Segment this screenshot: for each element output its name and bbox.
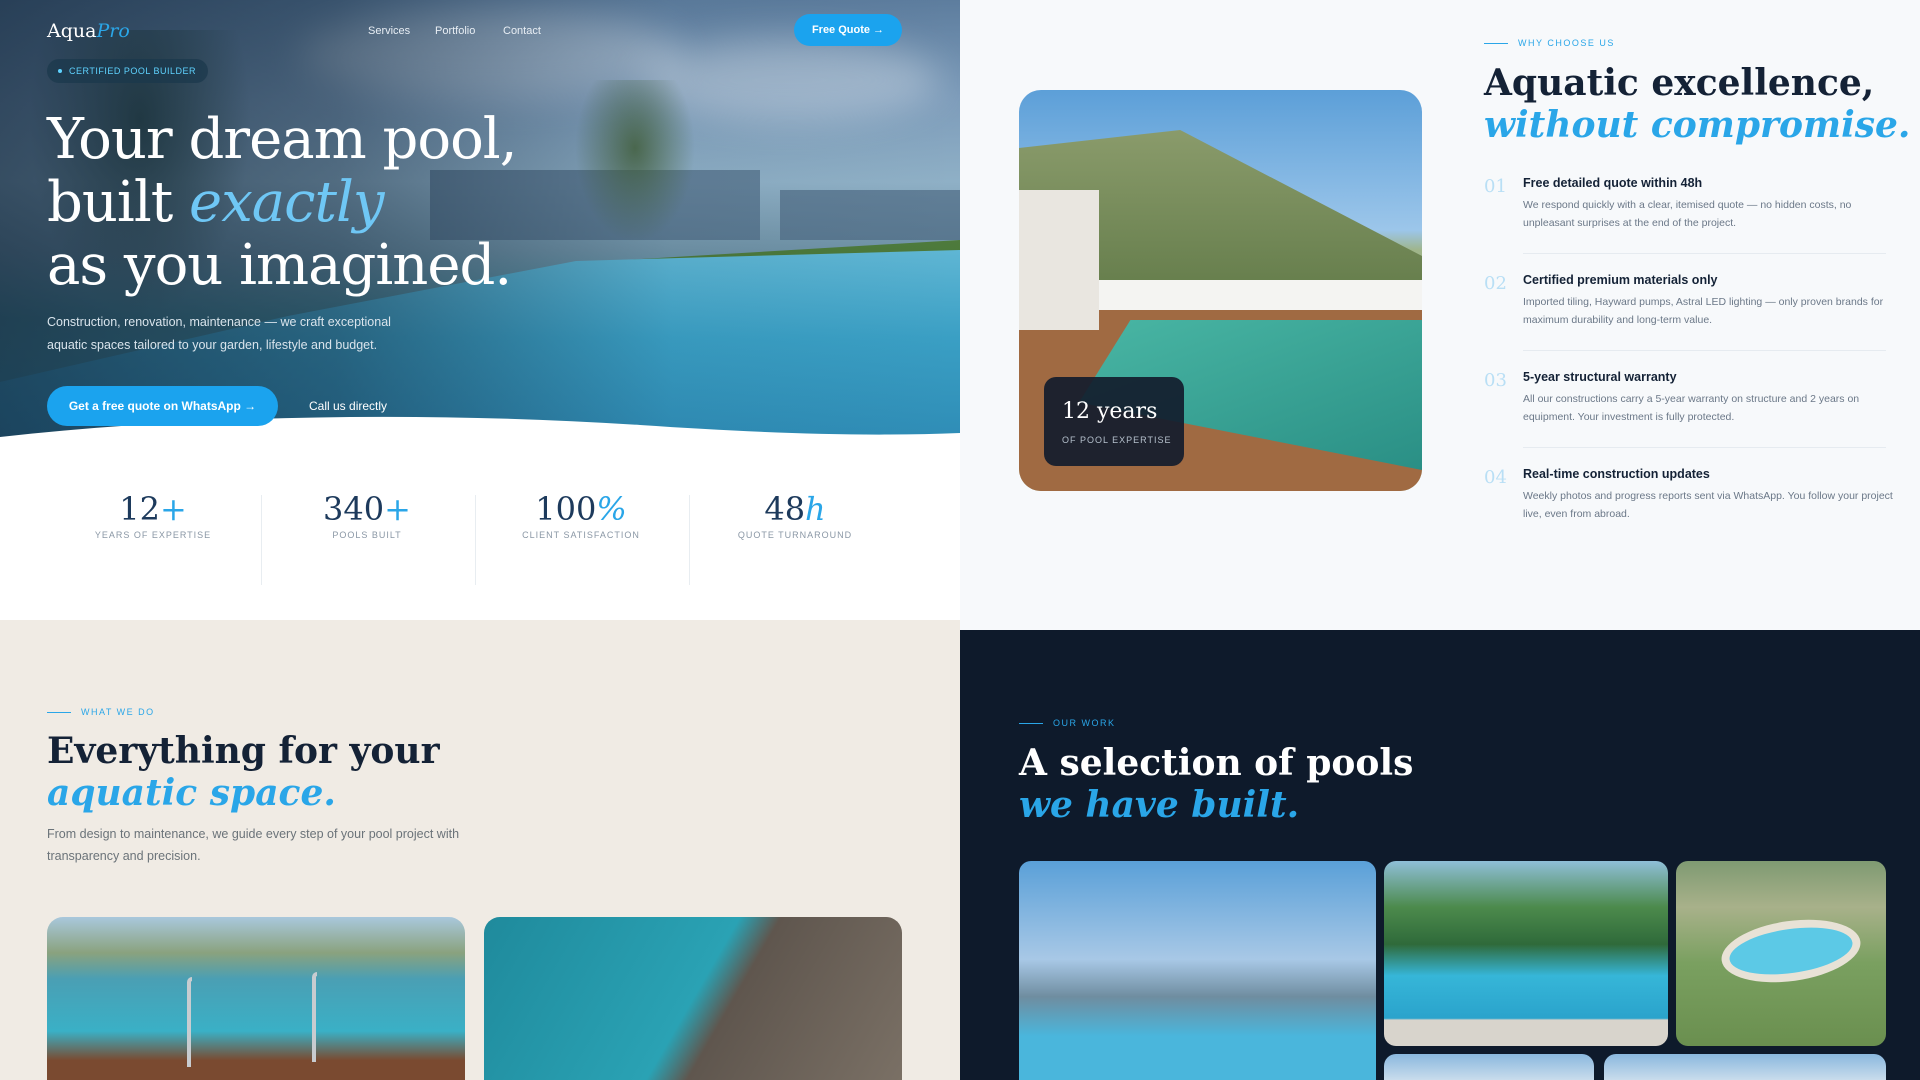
badge-label: CERTIFIED POOL BUILDER: [69, 66, 197, 76]
feature-title: Real-time construction updates: [1523, 467, 1710, 481]
feature-desc: We respond quickly with a clear, itemise…: [1523, 199, 1852, 229]
hero-subtitle: Construction, renovation, maintenance — …: [47, 315, 391, 352]
hero-title-accent: exactly: [189, 170, 385, 235]
stats-bar: 12+ YEARS OF EXPERTISE 340+ POOLS BUILT …: [0, 455, 960, 620]
stat-suffix: +: [159, 490, 187, 528]
nav-link-services[interactable]: Services: [368, 25, 410, 37]
gallery-image[interactable]: [1676, 861, 1886, 1046]
nav-link-portfolio[interactable]: Portfolio: [435, 25, 475, 37]
pool-ladder: [312, 972, 317, 1062]
hero-title-line2: built: [47, 170, 190, 235]
whatsapp-quote-button[interactable]: Get a free quote on WhatsApp →: [47, 386, 278, 426]
what-kicker-label: WHAT WE DO: [81, 707, 155, 717]
service-card-image[interactable]: [47, 917, 465, 1080]
work-kicker-label: OUR WORK: [1053, 718, 1116, 728]
feature-number: 02: [1484, 273, 1507, 294]
feature-number: 01: [1484, 176, 1507, 197]
oval-pool: [1717, 911, 1865, 991]
hero-title-line3: as you imagined.: [47, 233, 512, 298]
feature-title: Certified premium materials only: [1523, 273, 1718, 287]
why-kicker: WHY CHOOSE US: [1484, 38, 1615, 48]
feature-desc: Weekly photos and progress reports sent …: [1523, 490, 1893, 520]
stat-pools: 340+ POOLS BUILT: [260, 490, 474, 540]
photo-house: [1019, 190, 1099, 330]
stat-suffix: +: [384, 490, 411, 528]
work-title: A selection of pools we have built.: [1019, 742, 1413, 826]
feature-desc: Imported tiling, Hayward pumps, Astral L…: [1523, 296, 1884, 326]
why-title-accent: without compromise.: [1484, 104, 1911, 146]
pool-ladder: [187, 977, 192, 1067]
stat-value: 48: [764, 490, 806, 528]
gallery-image[interactable]: [1384, 861, 1668, 1046]
experience-card: 12 years OF POOL EXPERTISE: [1044, 377, 1184, 466]
certified-badge: CERTIFIED POOL BUILDER: [47, 59, 209, 83]
gallery-image[interactable]: [1604, 1054, 1886, 1080]
what-subtitle: From design to maintenance, we guide eve…: [47, 827, 460, 863]
feature-desc: All our constructions carry a 5-year war…: [1523, 393, 1860, 423]
what-kicker: WHAT WE DO: [47, 707, 155, 717]
why-title: Aquatic excellence, without compromise.: [1484, 62, 1910, 146]
feature-divider: [1523, 447, 1886, 448]
work-title-line1: A selection of pools: [1019, 742, 1414, 784]
stat-suffix: %: [596, 490, 627, 528]
stat-value: 340: [323, 490, 385, 528]
stat-turnaround: 48h QUOTE TURNAROUND: [688, 490, 902, 540]
feature-title: 5-year structural warranty: [1523, 370, 1677, 384]
stat-label: YEARS OF EXPERTISE: [94, 530, 212, 540]
gallery-image[interactable]: [1019, 861, 1376, 1080]
feature-divider: [1523, 253, 1886, 254]
call-us-link[interactable]: Call us directly: [309, 399, 387, 413]
stat-value: 12: [119, 490, 160, 528]
why-title-line1: Aquatic excellence,: [1484, 62, 1875, 104]
what-title: Everything for your aquatic space.: [47, 730, 440, 814]
stat-suffix: h: [805, 490, 826, 528]
stat-label: QUOTE TURNAROUND: [737, 530, 853, 540]
stat-value: 100: [535, 490, 597, 528]
stat-label: POOLS BUILT: [332, 530, 402, 540]
what-title-line1: Everything for your: [47, 730, 440, 772]
stat-label: CLIENT SATISFACTION: [522, 530, 640, 540]
experience-value: 12 years: [1062, 399, 1158, 424]
what-title-accent: aquatic space.: [47, 772, 336, 814]
feature-number: 03: [1484, 370, 1507, 391]
work-title-accent: we have built.: [1019, 784, 1300, 826]
hero-title: Your dream pool, built exactly as you im…: [47, 108, 517, 297]
nav-link-contact[interactable]: Contact: [503, 25, 541, 37]
feature-title: Free detailed quote within 48h: [1523, 176, 1703, 190]
badge-dot-icon: [58, 69, 62, 73]
stat-satisfaction: 100% CLIENT SATISFACTION: [474, 490, 688, 540]
free-quote-button[interactable]: Free Quote →: [794, 14, 902, 46]
experience-label: OF POOL EXPERTISE: [1062, 435, 1172, 445]
feature-number: 04: [1484, 467, 1507, 488]
feature-divider: [1523, 350, 1886, 351]
service-card-image[interactable]: [484, 917, 902, 1080]
logo[interactable]: AquaPro: [47, 20, 130, 42]
hero-title-line1: Your dream pool,: [47, 107, 517, 172]
why-kicker-label: WHY CHOOSE US: [1518, 38, 1615, 48]
gallery-image[interactable]: [1384, 1054, 1594, 1080]
stat-years: 12+ YEARS OF EXPERTISE: [46, 490, 260, 540]
work-kicker: OUR WORK: [1019, 718, 1116, 728]
